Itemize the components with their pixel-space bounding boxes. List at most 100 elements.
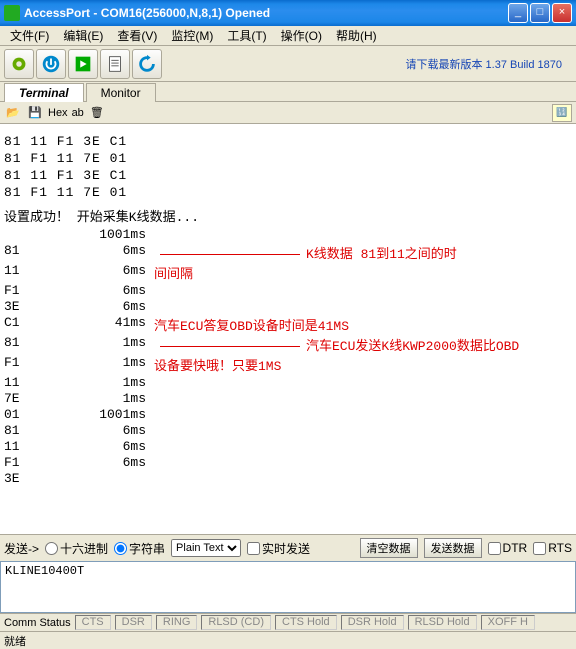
rts-checkbox[interactable]: RTS <box>533 541 572 555</box>
byte-value: 3E <box>4 299 54 314</box>
ab-toggle[interactable]: ab <box>72 107 84 119</box>
annotation <box>154 407 572 422</box>
byte-value: 11 <box>4 263 54 282</box>
menu-view[interactable]: 查看(V) <box>111 25 163 46</box>
toolbar: 请下载最新版本 1.37 Build 1870 <box>0 46 576 82</box>
window-title: AccessPort - COM16(256000,N,8,1) Opened <box>24 6 508 20</box>
data-row: 816msK线数据 81到11之间的时 <box>4 243 572 262</box>
document-button[interactable] <box>100 49 130 79</box>
byte-value: 3E <box>4 471 54 486</box>
timing-value: 41ms <box>54 315 154 334</box>
hex-line: 81 11 F1 3E C1 <box>4 168 572 183</box>
encoding-select[interactable]: Plain Text <box>171 539 241 557</box>
save-icon[interactable]: 💾 <box>26 104 44 122</box>
app-icon <box>4 5 20 21</box>
version-link[interactable]: 请下载最新版本 1.37 Build 1870 <box>405 56 562 72</box>
timing-value: 1ms <box>54 355 154 374</box>
rlsd-hold-status: RLSD Hold <box>408 615 477 630</box>
menu-tools[interactable]: 工具(T) <box>221 25 272 46</box>
menu-help[interactable]: 帮助(H) <box>330 25 383 46</box>
clear-button[interactable]: 清空数据 <box>360 538 418 558</box>
timing-value: 1ms <box>54 335 154 354</box>
annotation <box>154 299 572 314</box>
cts-status: CTS <box>75 615 111 630</box>
xoff-status: XOFF H <box>481 615 535 630</box>
hex-toggle[interactable]: Hex <box>48 107 68 119</box>
status-message: 设置成功！ 开始采集K线数据... <box>4 206 572 225</box>
dsr-hold-status: DSR Hold <box>341 615 404 630</box>
data-row: 7E1ms <box>4 391 572 406</box>
annotation-line <box>160 346 300 347</box>
byte-value: F1 <box>4 355 54 374</box>
hex-line: 81 11 F1 3E C1 <box>4 134 572 149</box>
data-row: 116ms <box>4 439 572 454</box>
timing-value: 1ms <box>54 391 154 406</box>
comm-status-bar: Comm Status CTS DSR RING RLSD (CD) CTS H… <box>0 613 576 631</box>
send-options: 发送-> 十六进制 字符串 Plain Text 实时发送 清空数据 发送数据 … <box>0 534 576 561</box>
timing-value: 6ms <box>54 439 154 454</box>
clear-icon[interactable]: 🗑 <box>88 104 106 122</box>
annotation: 间间隔 <box>154 263 572 282</box>
send-label: 发送-> <box>4 540 39 557</box>
comm-status-label: Comm Status <box>4 617 71 629</box>
settings-button[interactable] <box>4 49 34 79</box>
timing-value: 6ms <box>54 455 154 470</box>
status-bar: 就绪 <box>0 631 576 647</box>
open-icon[interactable]: 📂 <box>4 104 22 122</box>
rlsd-status: RLSD (CD) <box>201 615 271 630</box>
data-row: 816ms <box>4 423 572 438</box>
timing-value: 1ms <box>54 375 154 390</box>
tab-monitor[interactable]: Monitor <box>86 83 156 102</box>
menu-file[interactable]: 文件(F) <box>4 25 55 46</box>
annotation <box>154 439 572 454</box>
annotation <box>154 391 572 406</box>
annotation <box>154 375 572 390</box>
data-row: F16ms <box>4 455 572 470</box>
data-row: F16ms <box>4 283 572 298</box>
byte-value: C1 <box>4 315 54 334</box>
cts-hold-status: CTS Hold <box>275 615 337 630</box>
send-button[interactable]: 发送数据 <box>424 538 482 558</box>
timing-header: 1001ms <box>54 227 154 242</box>
send-input[interactable] <box>0 561 576 613</box>
byte-value: F1 <box>4 283 54 298</box>
terminal-output[interactable]: 81 11 F1 3E C1 81 F1 11 7E 01 81 11 F1 3… <box>0 124 576 534</box>
annotation: 汽车ECU发送K线KWP2000数据比OBD <box>154 335 572 354</box>
mode-str-radio[interactable]: 字符串 <box>114 540 165 557</box>
hex-line: 81 F1 11 7E 01 <box>4 185 572 200</box>
mode-hex-radio[interactable]: 十六进制 <box>45 540 108 557</box>
byte-value: 7E <box>4 391 54 406</box>
maximize-button[interactable]: □ <box>530 3 550 23</box>
menu-monitor[interactable]: 监控(M) <box>165 25 219 46</box>
data-row: 811ms汽车ECU发送K线KWP2000数据比OBD <box>4 335 572 354</box>
byte-value: 11 <box>4 375 54 390</box>
byte-value: 01 <box>4 407 54 422</box>
tab-bar: Terminal Monitor <box>0 82 576 102</box>
data-row: 3E <box>4 471 572 486</box>
realtime-checkbox[interactable]: 实时发送 <box>247 540 310 557</box>
annotation <box>154 283 572 298</box>
minimize-button[interactable]: _ <box>508 3 528 23</box>
power-button[interactable] <box>36 49 66 79</box>
annotation: 汽车ECU答复OBD设备时间是41MS <box>154 315 572 334</box>
annotation: 设备要快哦！只要1MS <box>154 355 572 374</box>
annotation <box>154 455 572 470</box>
data-row: 111ms <box>4 375 572 390</box>
tab-terminal[interactable]: Terminal <box>4 83 84 102</box>
timing-value <box>54 471 154 486</box>
byte-value: 81 <box>4 423 54 438</box>
refresh-button[interactable] <box>132 49 162 79</box>
calc-icon[interactable]: 🔢 <box>552 104 572 122</box>
annotation <box>154 423 572 438</box>
close-button[interactable]: × <box>552 3 572 23</box>
menu-edit[interactable]: 编辑(E) <box>57 25 109 46</box>
data-row: C141ms汽车ECU答复OBD设备时间是41MS <box>4 315 572 334</box>
menu-bar: 文件(F) 编辑(E) 查看(V) 监控(M) 工具(T) 操作(O) 帮助(H… <box>0 26 576 46</box>
run-button[interactable] <box>68 49 98 79</box>
ring-status: RING <box>156 615 198 630</box>
dtr-checkbox[interactable]: DTR <box>488 541 528 555</box>
data-row: 011001ms <box>4 407 572 422</box>
menu-operate[interactable]: 操作(O) <box>275 25 328 46</box>
timing-value: 6ms <box>54 299 154 314</box>
timing-value: 6ms <box>54 283 154 298</box>
